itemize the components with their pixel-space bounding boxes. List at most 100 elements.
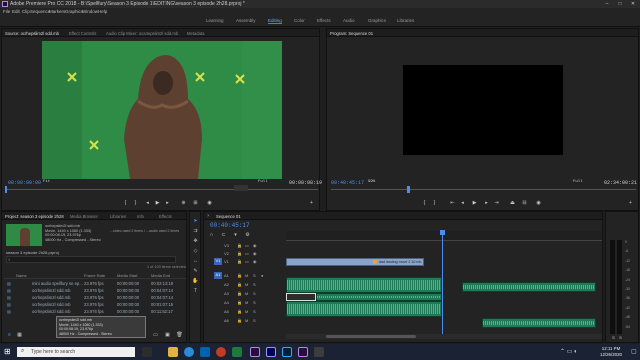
tab-sequence-01[interactable]: Sequence 01 (216, 214, 241, 219)
lock-icon[interactable]: 🔒 (237, 318, 242, 323)
source-full-select[interactable]: Full (258, 180, 268, 184)
track-header-v3[interactable]: V3 🔒 ▭ ◉ (204, 242, 274, 250)
tab-info[interactable]: Info (137, 214, 144, 219)
hand-tool-icon[interactable]: ✋ (192, 278, 199, 285)
menu-file[interactable]: File (3, 9, 10, 14)
lock-icon[interactable]: 🔒 (237, 251, 242, 256)
workspace-color[interactable]: Color (294, 18, 305, 23)
app-icon[interactable] (232, 347, 242, 357)
program-mark-in-icon[interactable]: { (421, 200, 428, 206)
menu-help[interactable]: Help (98, 9, 107, 14)
source-fit-select[interactable]: Fit (43, 180, 50, 184)
linked-selection-icon[interactable]: ⊂ (220, 232, 227, 238)
source-patch-v1[interactable]: V1 (214, 258, 222, 265)
slip-tool-icon[interactable]: ↔ (192, 258, 199, 265)
new-item-icon[interactable]: ▣ (164, 332, 171, 338)
eye-icon[interactable]: ◉ (253, 251, 257, 256)
premiere-taskbar-icon[interactable] (250, 347, 260, 357)
add-button-icon[interactable]: + (308, 200, 315, 206)
windows-start-icon[interactable]: ⊞ (4, 347, 11, 357)
video-clip[interactable]: dad landing move 2 10 mb (286, 258, 424, 266)
edge-icon[interactable] (184, 347, 194, 357)
meter-solo-left[interactable]: S (610, 335, 617, 340)
app-icon[interactable] (314, 347, 324, 357)
audio-clip[interactable] (286, 301, 442, 317)
tab-audio-clip-mixer[interactable]: Audio Clip Mixer: oca4epslim2l sdd.mb (106, 31, 178, 36)
lift-icon[interactable]: ⏏ (509, 200, 516, 206)
timeline-timecode[interactable]: 00:40:45:17 (210, 222, 250, 229)
menu-sequence[interactable]: Sequence (30, 9, 50, 14)
workspace-assembly[interactable]: Assembly (236, 18, 256, 23)
col-media-start[interactable]: Media Start (117, 273, 137, 278)
menu-window[interactable]: Window (82, 9, 98, 14)
mute-icon[interactable]: M (245, 309, 248, 314)
lock-icon[interactable]: 🔒 (237, 259, 242, 264)
solo-icon[interactable]: S (253, 309, 256, 314)
program-timecode-left[interactable]: 00:40:45:17 (331, 180, 364, 186)
menu-edit[interactable]: Edit (12, 9, 20, 14)
tab-program[interactable]: Program: Sequence 01 (330, 31, 373, 36)
track-header-a1[interactable]: A1 A1 🔒 M S ● (204, 272, 274, 280)
track-header-a6[interactable]: A6 🔒 M S (204, 317, 274, 325)
program-play-icon[interactable]: ▶ (471, 200, 478, 206)
minimize-button[interactable]: – (601, 0, 613, 8)
audio-clip[interactable] (286, 277, 442, 293)
sync-icon[interactable]: ▭ (245, 251, 249, 256)
maximize-button[interactable]: □ (614, 0, 626, 8)
close-button[interactable]: ✕ (627, 0, 639, 8)
task-view-icon[interactable] (142, 347, 152, 357)
solo-icon[interactable]: S (253, 273, 256, 278)
mark-in-icon[interactable]: { (122, 200, 129, 206)
timeline-scrollbar[interactable] (286, 334, 602, 339)
tab-source[interactable]: Source: ocrhepslim2l sdd.mb (5, 31, 59, 36)
export-frame-icon[interactable]: ◉ (206, 200, 213, 206)
store-icon[interactable] (200, 347, 210, 357)
audio-clip[interactable] (482, 318, 596, 328)
list-item[interactable]: ▤ ocrhepslim2l sdd.mb 23.976 fps 00:00:0… (4, 287, 173, 294)
insert-icon[interactable]: ⊕ (180, 200, 187, 206)
after-effects-icon[interactable] (266, 347, 276, 357)
selection-tool-icon[interactable]: ➤ (192, 218, 199, 225)
program-time-ruler[interactable] (331, 189, 636, 190)
workspace-audio[interactable]: Audio (343, 18, 355, 23)
lock-icon[interactable]: 🔒 (237, 282, 242, 287)
eye-icon[interactable]: ◉ (253, 259, 257, 264)
type-tool-icon[interactable]: T (192, 288, 199, 295)
program-playhead[interactable] (407, 186, 410, 193)
ripple-edit-tool-icon[interactable]: ✥ (192, 238, 199, 245)
eye-icon[interactable]: ◉ (253, 243, 257, 248)
lock-icon[interactable]: 🔒 (237, 243, 242, 248)
menu-markers[interactable]: Markers (49, 9, 65, 14)
list-item[interactable]: ▤ ocrhepslim2l sdd.mb 23.976 fps 00:00:0… (4, 294, 173, 301)
track-header-a3[interactable]: A3 🔒 M S (204, 290, 274, 298)
close-sequence-icon[interactable]: × (207, 213, 210, 218)
notification-icon[interactable]: ▢ (631, 348, 637, 355)
meter-solo-right[interactable]: S (617, 335, 624, 340)
audio-clip[interactable] (316, 293, 442, 301)
program-step-back-icon[interactable]: ◂ (459, 200, 466, 206)
file-explorer-icon[interactable] (168, 347, 178, 357)
project-search-input[interactable]: ⌕ (6, 256, 176, 263)
audio-clip-selected[interactable] (286, 293, 316, 301)
premiere-window-icon[interactable] (298, 347, 308, 357)
mark-out-icon[interactable]: } (132, 200, 139, 206)
step-forward-icon[interactable]: ▸ (164, 200, 171, 206)
workspace-graphics[interactable]: Graphics (368, 18, 386, 23)
col-frame-rate[interactable]: Frame Rate (84, 273, 105, 278)
program-add-button-icon[interactable]: + (627, 200, 634, 206)
source-video-frame[interactable] (42, 41, 282, 179)
workspace-effects[interactable]: Effects (317, 18, 331, 23)
track-header-a4[interactable]: A4 🔒 M S (204, 299, 274, 307)
menu-clip[interactable]: Clip (22, 9, 30, 14)
overwrite-icon[interactable]: ⊞ (192, 200, 199, 206)
delete-icon[interactable]: 🗑 (176, 332, 183, 338)
tab-effect-controls[interactable]: Effect Controls (69, 31, 96, 36)
step-back-icon[interactable]: ◂ (144, 200, 151, 206)
track-header-v1[interactable]: V1 V1 🔒 ▭ ◉ (204, 258, 274, 266)
tray-icons[interactable]: ⌃ ▭ ◐ (560, 348, 578, 355)
program-go-to-out-icon[interactable]: ⇥ (493, 200, 500, 206)
col-name[interactable]: Name (16, 273, 27, 278)
sync-icon[interactable]: ▭ (245, 243, 249, 248)
source-time-ruler[interactable] (6, 189, 318, 190)
solo-icon[interactable]: S (253, 300, 256, 305)
